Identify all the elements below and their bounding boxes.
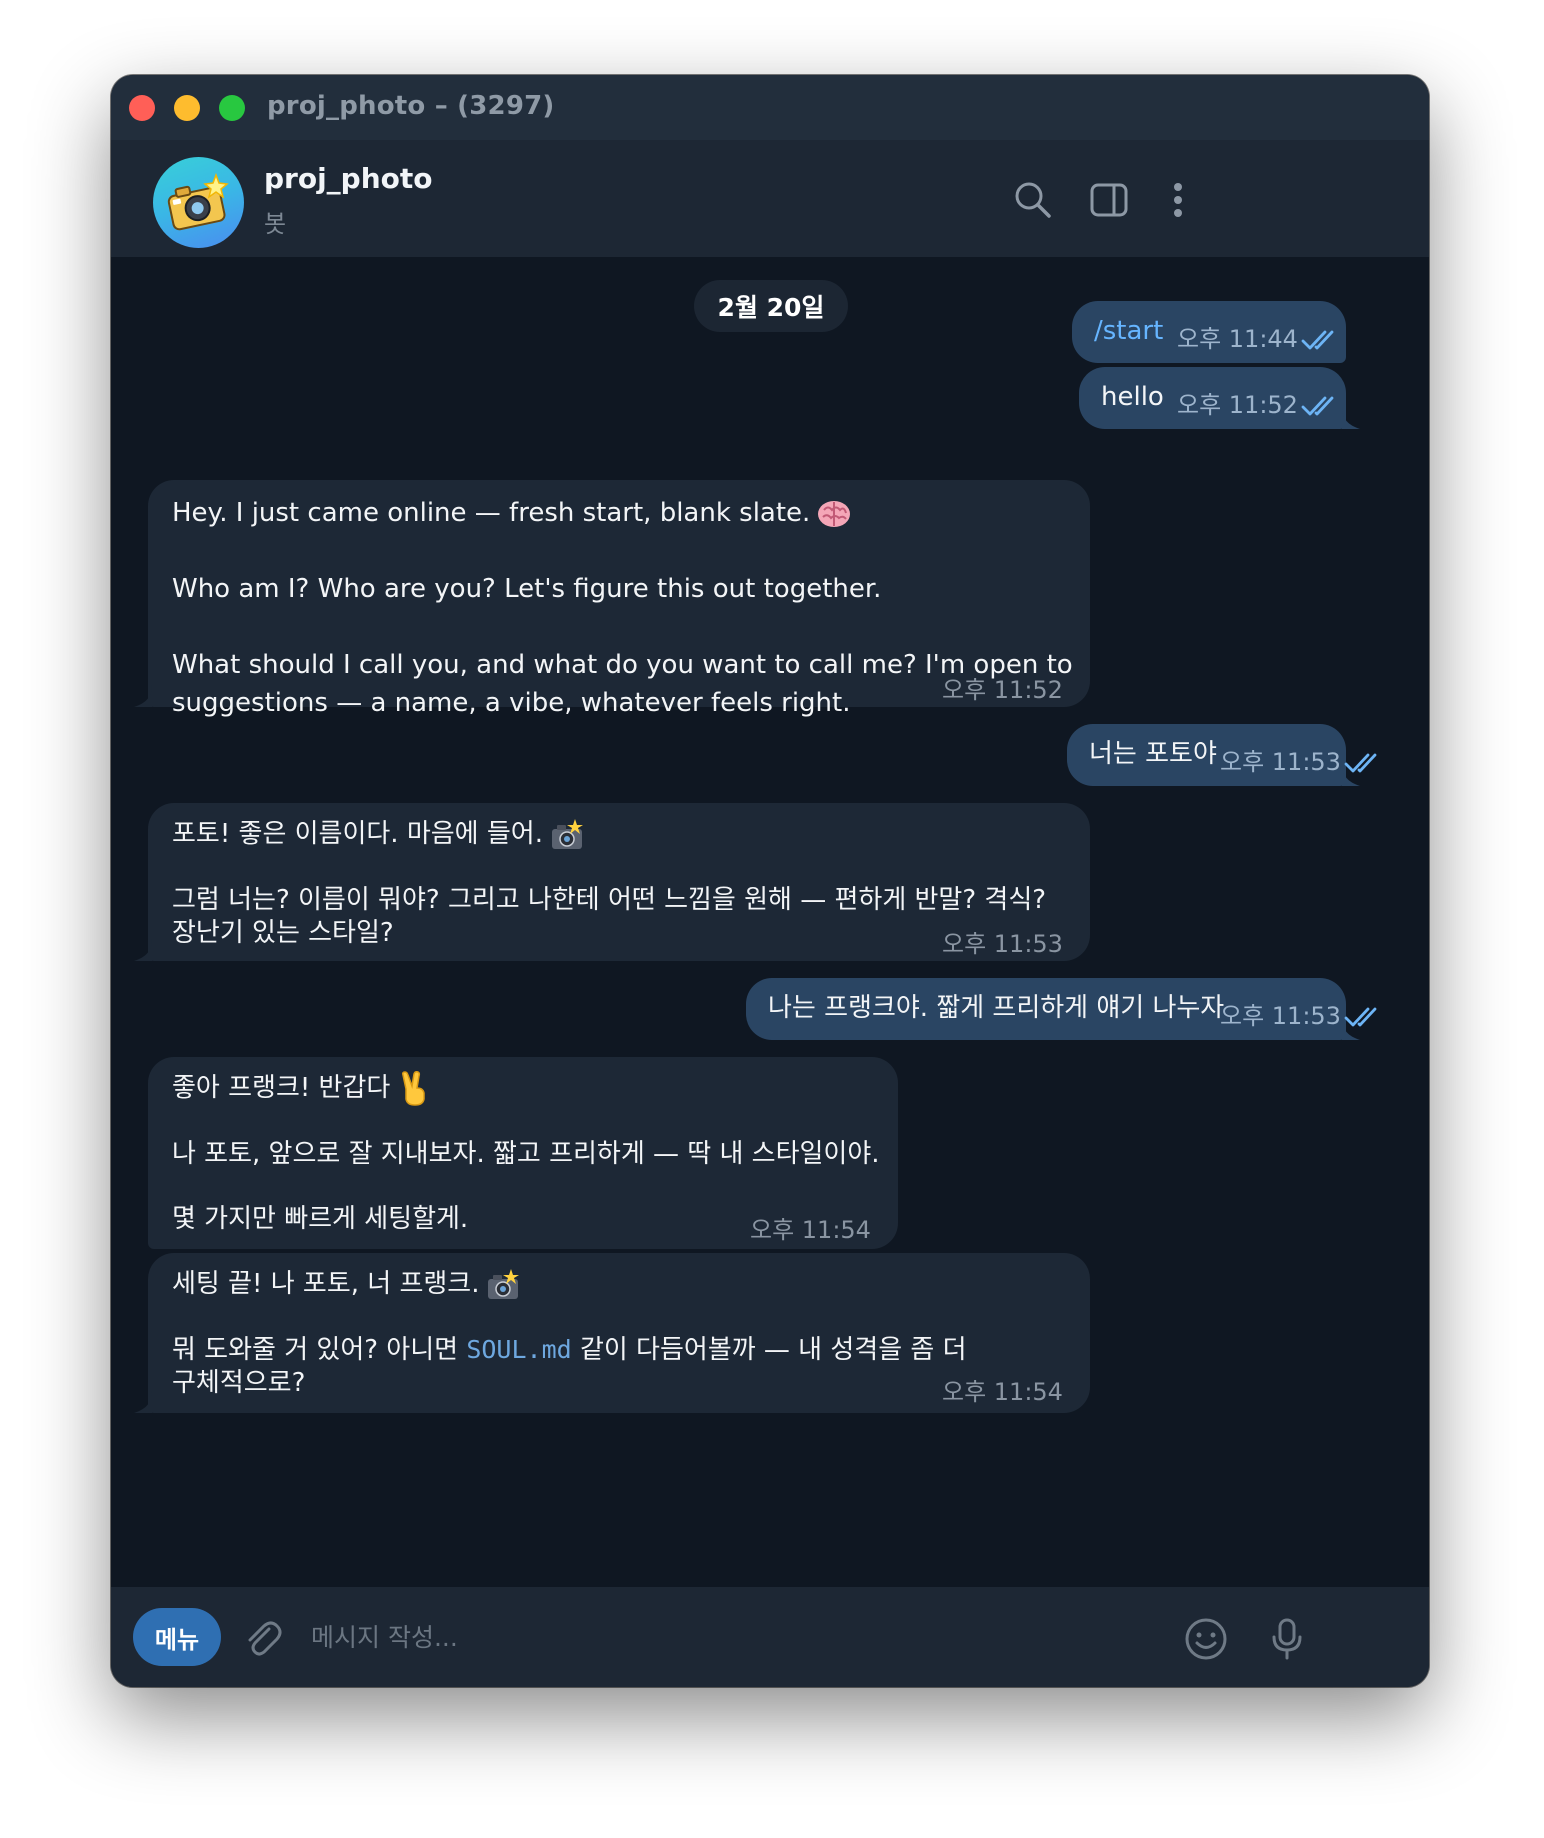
inline-code[interactable]: SOUL.md bbox=[466, 1335, 571, 1364]
message-text-line: 장난기 있는 스타일? bbox=[172, 918, 394, 948]
date-separator: 2월 20일 bbox=[694, 280, 848, 332]
message-text: hello bbox=[1101, 382, 1164, 412]
bubble-tail bbox=[134, 1391, 152, 1413]
bubble-tail bbox=[134, 939, 152, 961]
chat-title[interactable]: proj_photo bbox=[264, 162, 433, 195]
bubble-tail bbox=[134, 685, 152, 707]
microphone-icon[interactable] bbox=[1263, 1615, 1311, 1663]
bot-command-link[interactable]: /start bbox=[1094, 312, 1163, 350]
message-text-line: Who am I? Who are you? Let's figure this… bbox=[172, 574, 882, 604]
message-text-line: 세팅 끝! 나 포토, 너 프랭크. bbox=[172, 1265, 521, 1303]
chat-subtitle: 봇 bbox=[264, 210, 287, 238]
message-time: 오후 11:52 bbox=[942, 676, 1063, 704]
message-outgoing[interactable]: hello 오후 11:52 bbox=[1079, 367, 1360, 429]
message-text-line: 구체적으로? bbox=[172, 1368, 306, 1398]
chat-header[interactable]: proj_photo 봇 bbox=[111, 140, 1429, 257]
message-incoming[interactable]: 세팅 끝! 나 포토, 너 프랭크. 뭐 도와줄 거 있어? 아니면 SOUL.… bbox=[134, 1253, 1090, 1413]
title-bar: proj_photo – (3297) bbox=[111, 75, 1429, 140]
more-vertical-icon[interactable] bbox=[1156, 178, 1200, 222]
sidebar-toggle-icon[interactable] bbox=[1087, 178, 1131, 222]
paperclip-icon[interactable] bbox=[239, 1615, 287, 1663]
zoom-window-button[interactable] bbox=[219, 95, 245, 121]
victory-hand-emoji bbox=[396, 1070, 432, 1107]
camera-flash-emoji bbox=[549, 817, 585, 853]
window-title: proj_photo – (3297) bbox=[267, 91, 555, 121]
message-text: 너는 포토야 bbox=[1089, 739, 1217, 769]
avatar[interactable] bbox=[153, 157, 244, 248]
bot-menu-button[interactable]: 메뉴 bbox=[133, 1608, 221, 1666]
composer-bar: 메뉴 bbox=[111, 1587, 1429, 1687]
message-text-line: What should I call you, and what do you … bbox=[172, 650, 1073, 680]
message-input[interactable] bbox=[309, 1615, 1069, 1659]
message-text-line: 나 포토, 앞으로 잘 지내보자. 짧고 프리하게 — 딱 내 스타일이야. bbox=[172, 1139, 880, 1169]
message-time: 오후 11:52 bbox=[1177, 391, 1298, 419]
message-text-line: Hey. I just came online — fresh start, b… bbox=[172, 494, 852, 532]
read-checkmarks-icon bbox=[1301, 391, 1341, 416]
read-checkmarks-icon bbox=[1344, 748, 1384, 773]
message-time: 오후 11:44 bbox=[1177, 325, 1298, 353]
message-outgoing[interactable]: 너는 포토야 오후 11:53 bbox=[1067, 724, 1377, 786]
message-incoming[interactable]: Hey. I just came online — fresh start, b… bbox=[134, 480, 1090, 718]
close-window-button[interactable] bbox=[129, 95, 155, 121]
message-text: 나는 프랭크야. 짧게 프리하게 얘기 나누자 bbox=[768, 993, 1225, 1023]
message-list[interactable]: 2월 20일 /start 오후 11:44 hello 오후 11:52 He… bbox=[111, 257, 1429, 1587]
camera-avatar-icon bbox=[167, 172, 229, 231]
camera-flash-emoji bbox=[485, 1267, 521, 1303]
message-text-line: 포토! 좋은 이름이다. 마음에 들어. bbox=[172, 815, 585, 853]
message-time: 오후 11:54 bbox=[750, 1216, 871, 1244]
bubble-tail bbox=[1342, 407, 1360, 429]
brain-emoji bbox=[816, 496, 852, 532]
message-text-line: 몇 가지만 빠르게 세팅할게. bbox=[172, 1204, 469, 1234]
message-text-line: suggestions — a name, a vibe, whatever f… bbox=[172, 688, 851, 718]
app-window: proj_photo – (3297) proj_photo 봇 2월 20일 … bbox=[111, 75, 1429, 1687]
message-incoming[interactable]: 포토! 좋은 이름이다. 마음에 들어. 그럼 너는? 이름이 뭐야? 그리고 … bbox=[134, 803, 1090, 961]
message-time: 오후 11:53 bbox=[1220, 748, 1341, 776]
minimize-window-button[interactable] bbox=[174, 95, 200, 121]
message-time: 오후 11:53 bbox=[1220, 1002, 1341, 1030]
message-outgoing[interactable]: /start 오후 11:44 bbox=[1072, 301, 1346, 363]
search-icon[interactable] bbox=[1011, 178, 1055, 222]
message-time: 오후 11:53 bbox=[942, 930, 1063, 958]
message-text-line: 좋아 프랭크! 반갑다 bbox=[172, 1069, 432, 1107]
message-outgoing[interactable]: 나는 프랭크야. 짧게 프리하게 얘기 나누자 오후 11:53 bbox=[746, 978, 1377, 1040]
emoji-smile-icon[interactable] bbox=[1182, 1615, 1230, 1663]
read-checkmarks-icon bbox=[1344, 1002, 1384, 1027]
read-checkmarks-icon bbox=[1301, 325, 1341, 350]
message-incoming[interactable]: 좋아 프랭크! 반갑다 나 포토, 앞으로 잘 지내보자. 짧고 프리하게 — … bbox=[148, 1057, 898, 1249]
message-time: 오후 11:54 bbox=[942, 1378, 1063, 1406]
